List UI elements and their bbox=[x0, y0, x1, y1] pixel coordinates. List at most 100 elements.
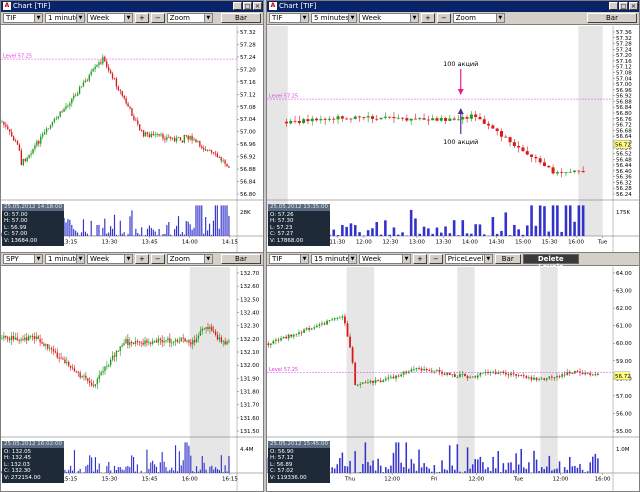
candle-body bbox=[189, 135, 191, 140]
chevron-down-icon: ▼ bbox=[203, 14, 212, 22]
chevron-down-icon: ▼ bbox=[203, 255, 212, 263]
window-controls: _ □ × bbox=[233, 2, 262, 10]
candle-body bbox=[212, 152, 215, 154]
candle-body bbox=[121, 344, 123, 347]
zoom-in-button[interactable]: + bbox=[421, 13, 435, 23]
title-bar[interactable]: A Chart [TIF] _ □ × bbox=[267, 1, 639, 12]
delete-levels-button[interactable]: Delete Levels bbox=[522, 254, 579, 271]
volume-bar bbox=[515, 453, 517, 473]
plot-area bbox=[267, 267, 613, 437]
range-select[interactable]: Week ▼ bbox=[359, 13, 419, 23]
close-icon[interactable]: × bbox=[629, 2, 638, 10]
candle-body bbox=[478, 116, 482, 120]
volume-bar bbox=[422, 226, 426, 236]
interval-select[interactable]: 5 minutes ▼ bbox=[311, 13, 357, 23]
bar-mode-button[interactable]: Bar bbox=[221, 254, 261, 264]
minimize-icon[interactable]: _ bbox=[609, 2, 618, 10]
zoom-select[interactable]: Zoom ▼ bbox=[166, 13, 213, 23]
minimize-icon[interactable]: _ bbox=[233, 2, 242, 10]
time-tick-label: 14:30 bbox=[489, 240, 505, 246]
symbol-select[interactable]: TIF ▼ bbox=[3, 13, 43, 23]
title-bar[interactable]: A Chart [TIF] _ □ × bbox=[1, 1, 263, 12]
candle-body bbox=[497, 372, 500, 374]
volume-bar bbox=[104, 218, 106, 236]
bar-mode-button[interactable]: Bar bbox=[494, 254, 521, 264]
candle-body bbox=[154, 134, 156, 136]
candle-body bbox=[53, 119, 56, 122]
candle-body bbox=[396, 117, 400, 119]
zoom-out-button[interactable]: − bbox=[150, 254, 165, 264]
candle-body bbox=[45, 128, 48, 133]
candle-body bbox=[349, 336, 351, 348]
candle-body bbox=[201, 146, 203, 149]
zoom-in-button[interactable]: + bbox=[135, 13, 149, 23]
interval-select[interactable]: 15 minutes ▼ bbox=[311, 254, 357, 264]
symbol-select[interactable]: SPY ▼ bbox=[3, 254, 43, 264]
volume-bar bbox=[115, 469, 117, 473]
candle-body bbox=[184, 338, 186, 342]
volume-bar bbox=[220, 455, 222, 473]
volume-bar bbox=[153, 464, 156, 473]
zoom-out-button[interactable]: − bbox=[428, 254, 443, 264]
window-controls: _ □ × bbox=[609, 2, 638, 10]
candle-body bbox=[192, 340, 194, 345]
volume-bar bbox=[205, 217, 207, 236]
candle-body bbox=[187, 135, 189, 140]
candle-body bbox=[474, 376, 477, 378]
candle-body bbox=[197, 141, 199, 142]
candle-body bbox=[65, 106, 67, 109]
candle-body bbox=[369, 380, 372, 383]
volume-bar bbox=[358, 232, 361, 236]
volume-bar bbox=[65, 222, 67, 236]
interval-select[interactable]: 1 minute ▼ bbox=[45, 13, 85, 23]
volume-bar bbox=[484, 469, 487, 473]
candle-body bbox=[33, 336, 36, 339]
candle-body bbox=[589, 373, 592, 376]
zoom-out-button[interactable]: − bbox=[150, 13, 165, 23]
time-tick-label: 12:00 bbox=[356, 240, 372, 246]
candle-body bbox=[175, 137, 178, 142]
price-level-select[interactable]: PriceLevel ▼ bbox=[444, 254, 493, 264]
bar-mode-button[interactable]: Bar bbox=[221, 13, 261, 23]
zoom-select[interactable]: Zoom ▼ bbox=[452, 13, 505, 23]
candle-body bbox=[77, 371, 79, 373]
interval-select[interactable]: 1 minute ▼ bbox=[45, 254, 85, 264]
volume-bar bbox=[170, 234, 172, 236]
candle-body bbox=[397, 375, 400, 377]
zoom-in-button[interactable]: + bbox=[135, 254, 149, 264]
volume-bar bbox=[89, 455, 91, 473]
candle-body bbox=[66, 362, 68, 364]
candle-body bbox=[211, 326, 213, 331]
range-select[interactable]: Week ▼ bbox=[359, 254, 411, 264]
maximize-icon[interactable]: □ bbox=[619, 2, 628, 10]
maximize-icon[interactable]: □ bbox=[243, 2, 252, 10]
range-select[interactable]: Week ▼ bbox=[87, 13, 133, 23]
bar-mode-button[interactable]: Bar bbox=[587, 13, 637, 23]
zoom-out-button[interactable]: − bbox=[436, 13, 451, 23]
candle-body bbox=[375, 118, 379, 120]
candle-body bbox=[142, 130, 145, 137]
volume-bar bbox=[117, 467, 119, 473]
candle-body bbox=[185, 134, 187, 136]
candle-body bbox=[499, 131, 503, 137]
candle-body bbox=[594, 374, 597, 376]
volume-bar bbox=[171, 467, 173, 473]
volume-bar bbox=[341, 225, 344, 236]
zoom-in-button[interactable]: + bbox=[413, 254, 427, 264]
last-price-label: 56.72 bbox=[615, 374, 631, 380]
close-icon[interactable]: × bbox=[253, 2, 262, 10]
volume-bar bbox=[161, 452, 163, 473]
symbol-select[interactable]: TIF ▼ bbox=[269, 254, 309, 264]
volume-bar bbox=[548, 455, 551, 473]
range-select[interactable]: Week ▼ bbox=[87, 254, 133, 264]
volume-bar bbox=[228, 455, 230, 473]
candle-body bbox=[443, 373, 446, 375]
candle-body bbox=[530, 377, 533, 380]
zoom-select[interactable]: Zoom ▼ bbox=[166, 254, 213, 264]
volume-bar bbox=[106, 233, 108, 236]
candle-body bbox=[435, 118, 439, 121]
symbol-select[interactable]: TIF ▼ bbox=[269, 13, 309, 23]
candle-body bbox=[87, 378, 89, 381]
candle-body bbox=[60, 357, 62, 359]
candle-body bbox=[441, 371, 443, 374]
